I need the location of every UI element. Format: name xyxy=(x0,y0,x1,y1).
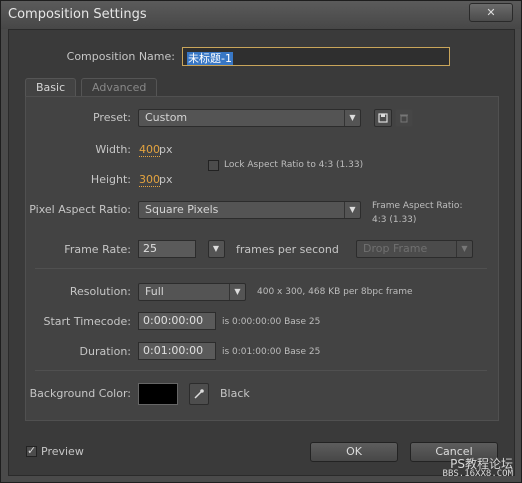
preview-checkbox[interactable] xyxy=(26,444,37,457)
lock-aspect-checkbox[interactable] xyxy=(208,160,219,171)
drop-frame-value: Drop Frame xyxy=(363,242,428,255)
lock-aspect-label: Lock Aspect Ratio to 4:3 (1.33) xyxy=(224,160,364,170)
section-divider xyxy=(35,370,487,371)
height-unit: px xyxy=(159,173,173,186)
preset-value: Custom xyxy=(145,111,188,124)
composition-name-value: 未标题-1 xyxy=(187,52,233,65)
duration-label: Duration: xyxy=(79,345,131,358)
resolution-dropdown[interactable]: Full ▼ xyxy=(138,283,246,301)
chevron-down-icon: ▼ xyxy=(456,241,472,257)
height-label: Height: xyxy=(90,173,131,186)
window-title: Composition Settings xyxy=(8,7,147,22)
width-unit: px xyxy=(159,143,173,156)
frame-rate-label: Frame Rate: xyxy=(64,243,131,256)
background-color-label: Background Color: xyxy=(29,387,131,400)
resolution-info: 400 x 300, 468 KB per 8bpc frame xyxy=(257,287,413,297)
start-timecode-info: is 0:00:00:00 Base 25 xyxy=(222,317,321,327)
frame-rate-input[interactable]: 25 xyxy=(138,240,196,258)
title-bar[interactable]: Composition Settings ✕ xyxy=(1,1,521,29)
chevron-down-icon: ▼ xyxy=(212,244,220,253)
frame-aspect-label: Frame Aspect Ratio: xyxy=(372,201,463,211)
tab-basic[interactable]: Basic xyxy=(25,78,77,97)
preview-label: Preview xyxy=(41,445,84,458)
duration-input[interactable]: 0:01:00:00 xyxy=(138,342,216,360)
background-color-swatch[interactable] xyxy=(138,383,178,405)
resolution-label: Resolution: xyxy=(69,285,131,298)
pixel-aspect-value: Square Pixels xyxy=(145,203,219,216)
pixel-aspect-dropdown[interactable]: Square Pixels ▼ xyxy=(138,201,361,219)
ok-button[interactable]: OK xyxy=(310,442,398,462)
preset-label: Preset: xyxy=(92,111,131,124)
width-value[interactable]: 400 xyxy=(139,144,160,157)
composition-name-input[interactable]: 未标题-1 xyxy=(182,47,450,66)
pixel-aspect-label: Pixel Aspect Ratio: xyxy=(29,203,131,216)
chevron-down-icon: ▼ xyxy=(229,284,245,300)
duration-info: is 0:01:00:00 Base 25 xyxy=(222,347,321,357)
composition-settings-dialog: Composition Settings ✕ Composition Name:… xyxy=(0,0,522,483)
frame-rate-unit: frames per second xyxy=(236,243,339,256)
watermark-url: BBS.16XX8.COM xyxy=(442,469,513,479)
start-timecode-label: Start Timecode: xyxy=(43,315,131,328)
height-value[interactable]: 300 xyxy=(139,174,160,187)
background-color-name: Black xyxy=(220,387,250,400)
resolution-value: Full xyxy=(145,285,164,298)
delete-preset-icon[interactable] xyxy=(395,109,413,127)
drop-frame-dropdown[interactable]: Drop Frame ▼ xyxy=(356,240,473,258)
chevron-down-icon: ▼ xyxy=(344,202,360,218)
frame-aspect-value: 4:3 (1.33) xyxy=(372,215,417,225)
width-label: Width: xyxy=(95,143,131,156)
preset-dropdown[interactable]: Custom ▼ xyxy=(138,109,361,127)
section-divider xyxy=(35,268,487,269)
eyedropper-icon[interactable] xyxy=(189,383,209,405)
composition-name-label: Composition Name: xyxy=(66,50,175,63)
tab-advanced[interactable]: Advanced xyxy=(81,78,158,97)
save-preset-icon[interactable] xyxy=(374,109,392,127)
chevron-down-icon: ▼ xyxy=(344,110,360,126)
frame-rate-dropdown[interactable]: ▼ xyxy=(208,240,225,258)
start-timecode-input[interactable]: 0:00:00:00 xyxy=(138,312,216,330)
close-button[interactable]: ✕ xyxy=(469,3,513,22)
